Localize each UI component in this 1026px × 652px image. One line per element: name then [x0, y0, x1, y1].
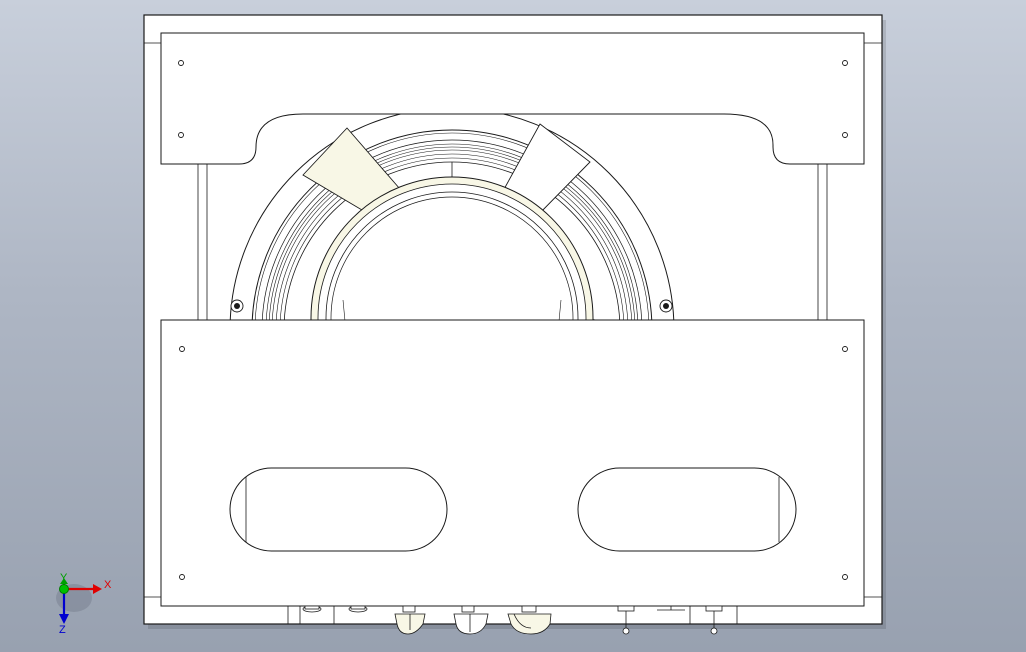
screw-hole	[178, 132, 184, 138]
screw-hole	[842, 346, 848, 352]
speaker-screw-left[interactable]	[230, 299, 244, 313]
x-axis-label: X	[104, 579, 112, 591]
cad-drawing[interactable]: X Y Z	[0, 0, 1026, 652]
y-axis-label: Y	[60, 572, 68, 584]
screw-hole	[842, 574, 848, 580]
screw-hole	[179, 346, 185, 352]
connector-1	[302, 605, 322, 613]
screw-hole	[842, 60, 848, 66]
cad-graphics-viewport[interactable]: X Y Z	[0, 0, 1026, 652]
speaker-screw-right[interactable]	[659, 299, 673, 313]
screw-hole	[842, 132, 848, 138]
connector-2	[348, 605, 368, 613]
screw-hole	[179, 574, 185, 580]
origin-marker	[59, 584, 69, 594]
axis-triad[interactable]: X Y Z	[56, 572, 112, 636]
bass-port-right[interactable]	[577, 467, 797, 552]
front-panel[interactable]	[160, 319, 865, 607]
bass-port-left[interactable]	[229, 467, 448, 552]
screw-hole	[178, 60, 184, 66]
z-axis-label: Z	[59, 624, 66, 636]
